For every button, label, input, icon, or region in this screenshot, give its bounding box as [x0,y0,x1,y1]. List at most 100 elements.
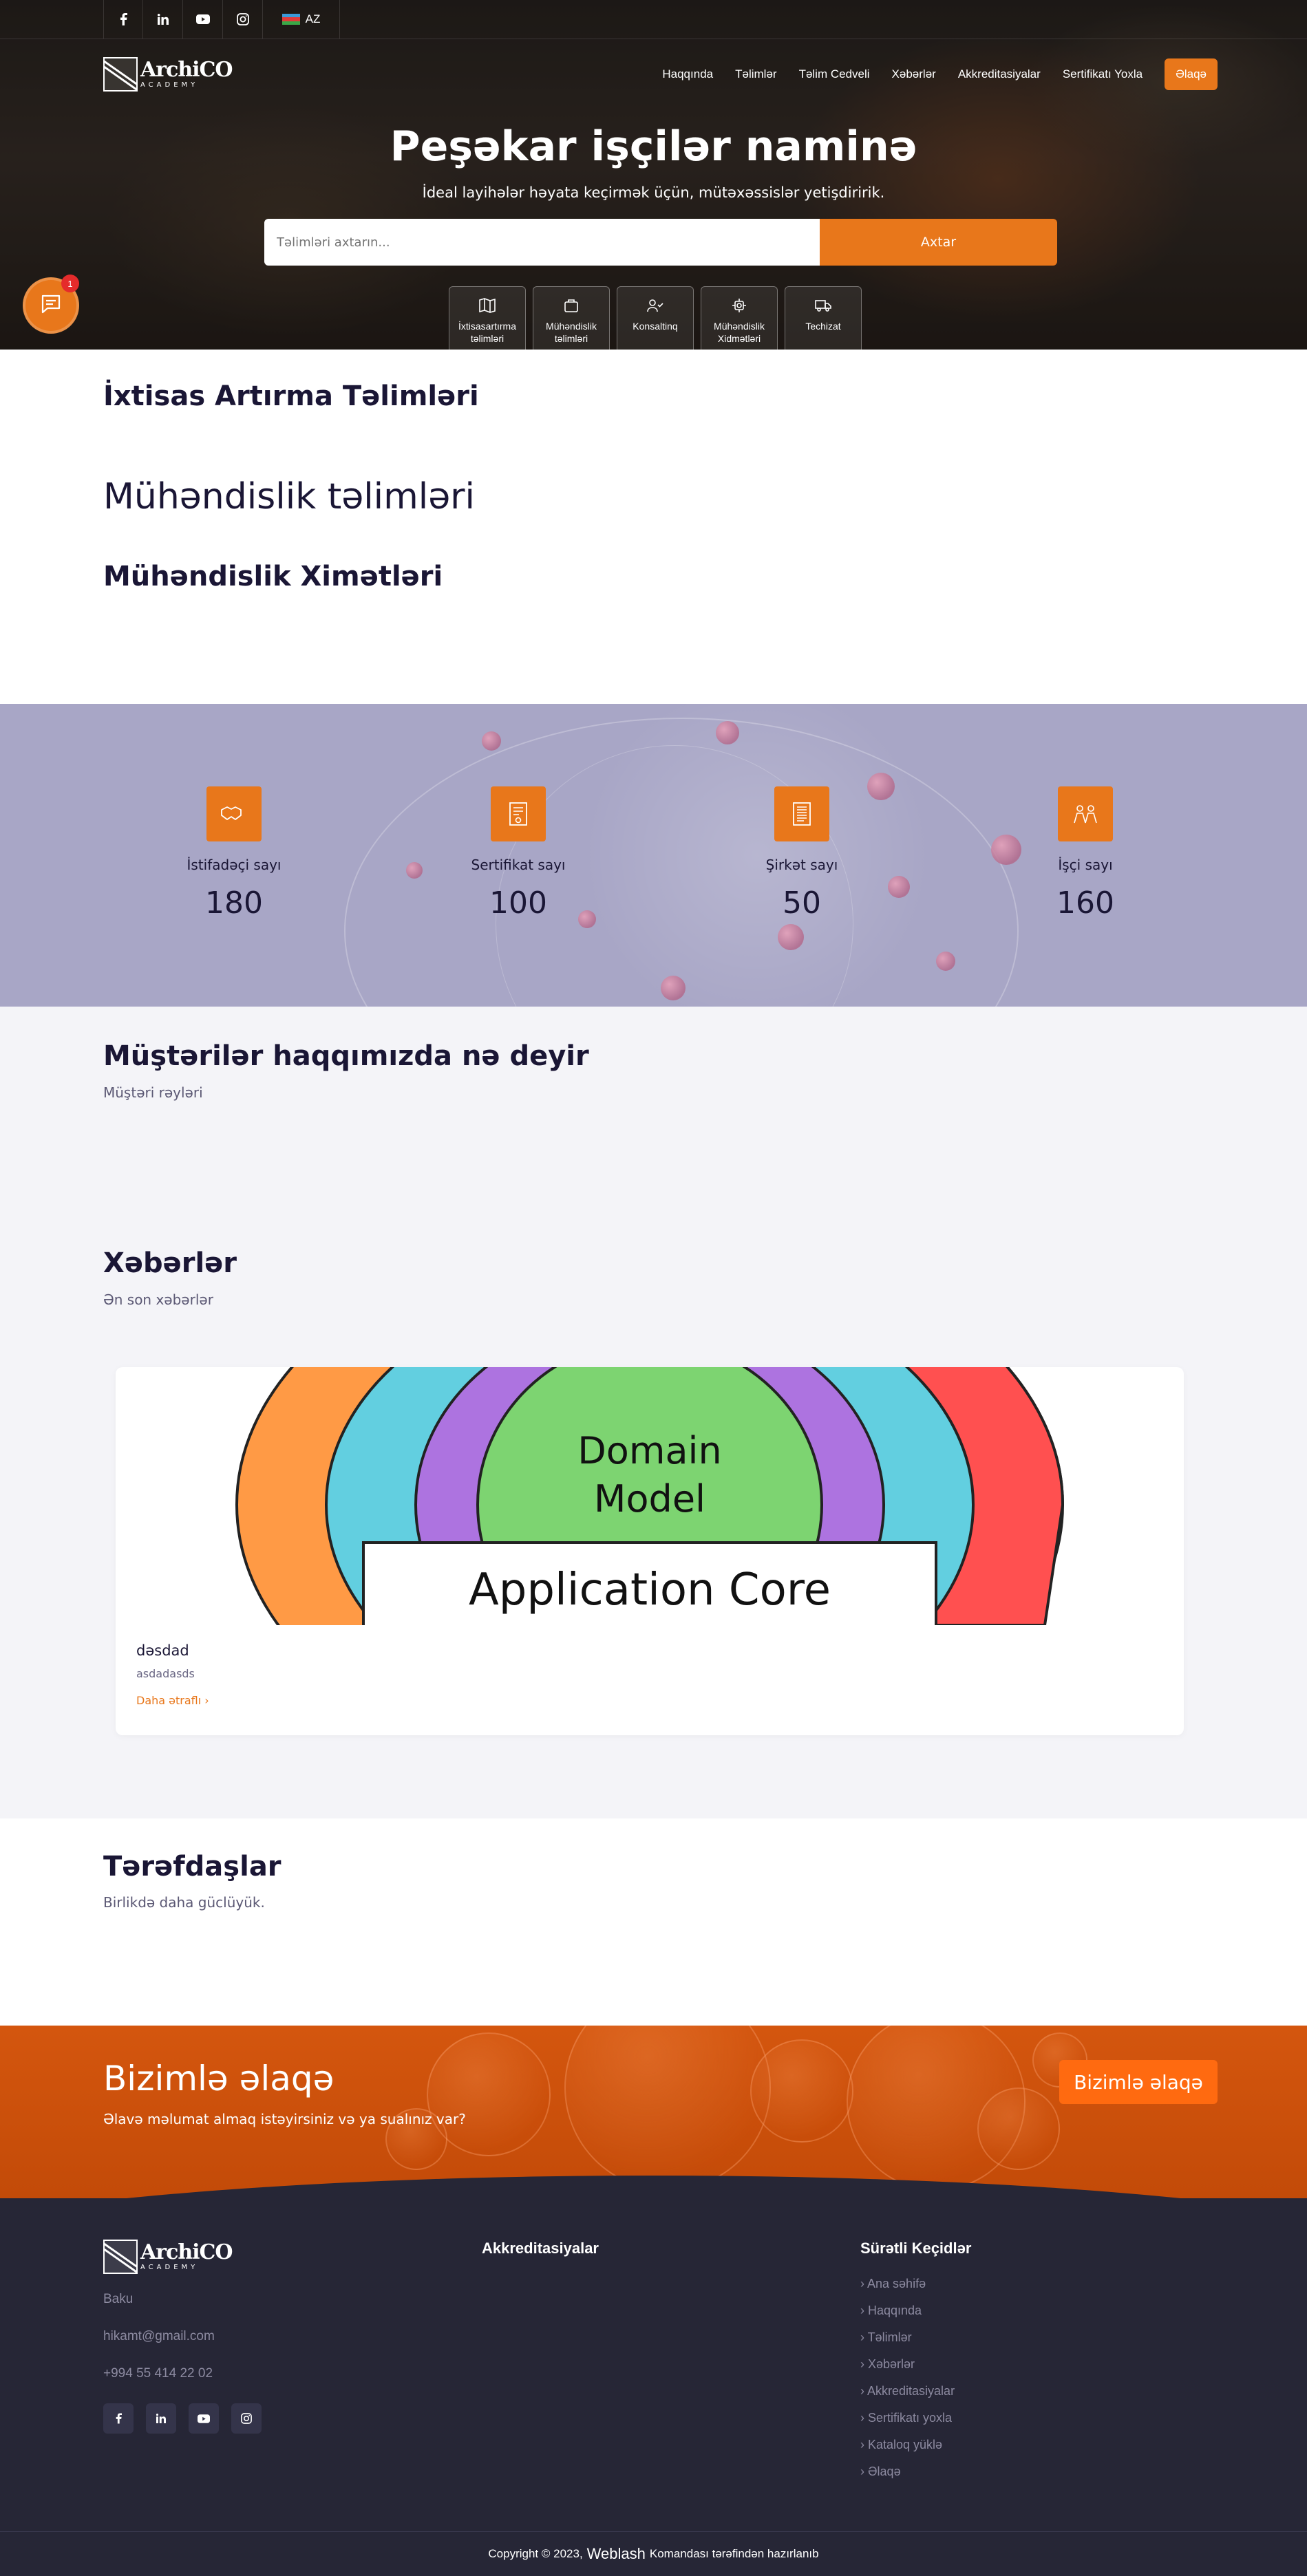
stat-label: Şirkət sayı [765,857,838,873]
footer-link[interactable]: › Xəbərlər [860,2357,971,2372]
contact-cta-subtitle: Əlavə məlumat almaq istəyirsiniz və ya s… [103,2111,466,2127]
map-icon [477,295,498,316]
footer-logo[interactable]: ArchiCO ACADEMY [103,2240,262,2274]
instagram-icon[interactable] [223,0,263,39]
facebook-icon[interactable] [103,0,143,39]
hero-subtitle: İdeal layihələr həyata keçirmək üçün, mü… [422,184,885,201]
search-bar: Axtar [264,219,1057,266]
section-title-upskilling: İxtisas Artırma Təlimləri [103,380,479,412]
stats-section: İstifadəçi sayı 180 Sertifikat sayı 100 … [0,704,1307,1007]
molecule-decoration [936,952,955,971]
footer-link[interactable]: › Ana səhifə [860,2277,971,2291]
footer-link[interactable]: › Sertifikatı yoxla [860,2411,971,2425]
read-more-label: Daha ətraflı [136,1694,202,1707]
search-button[interactable]: Axtar [820,219,1057,266]
testimonials-title: Müştərilər haqqımızda nə deyir [103,1040,589,1072]
copyright-brand-link[interactable]: Weblash [587,2545,646,2563]
search-input[interactable] [264,219,820,266]
nav-contact-button[interactable]: Əlaqə [1165,58,1218,90]
category-consulting[interactable]: Konsaltinq [617,286,694,350]
footer-link[interactable]: › Haqqında [860,2304,971,2318]
gear-icon [729,295,750,316]
copyright-suffix: Komandası tərəfindən hazırlanıb [649,2547,819,2560]
wave-divider [0,2176,1307,2206]
language-selector[interactable]: AZ [263,0,340,39]
facebook-icon[interactable] [103,2403,134,2434]
logo-name: ArchiCO [140,58,233,82]
category-equipment[interactable]: Techizat [785,286,862,350]
language-label: AZ [305,12,321,25]
nav-check-certificate[interactable]: Sertifikatı Yoxla [1063,67,1143,81]
nav-news[interactable]: Xəbərlər [892,67,936,81]
category-engineering-services[interactable]: Mühəndislik Xidmətləri [701,286,778,350]
molecule-decoration [406,862,423,879]
truck-icon [813,295,833,316]
instagram-icon[interactable] [231,2403,262,2434]
molecule-decoration [661,976,686,1000]
chat-icon [41,294,61,317]
chat-button[interactable]: 1 [23,275,79,334]
briefcase-icon [561,295,582,316]
category-upskilling[interactable]: İxtisasartırma təlimləri [449,286,526,350]
team-icon [1058,786,1113,841]
news-image[interactable]: Domain Model Application Core [226,1367,1074,1625]
youtube-icon[interactable] [189,2403,219,2434]
linkedin-icon[interactable] [143,0,183,39]
section-title-engineering-services: Mühəndislik Ximətləri [103,561,443,592]
user-check-icon [645,295,666,316]
logo-sub: ACADEMY [140,2264,199,2271]
footer-link[interactable]: › Əlaqə [860,2465,971,2479]
footer-social [103,2403,262,2434]
news-card-title[interactable]: dəsdad [136,1642,209,1659]
news-card[interactable]: Domain Model Application Core dəsdad asda… [116,1367,1184,1735]
logo-mark-icon [103,2240,138,2274]
topbar: AZ [103,0,340,39]
partners-title: Tərəfdaşlar [103,1851,281,1882]
footer-accreditations-column: Akkreditasiyalar [482,2240,599,2277]
footer-link[interactable]: › Akkreditasiyalar [860,2384,971,2398]
nav-schedule[interactable]: Təlim Cedveli [799,67,870,81]
linkedin-icon[interactable] [146,2403,176,2434]
molecule-decoration [482,731,501,751]
stat-label: İşçi sayı [1058,857,1113,873]
nav-accreditations[interactable]: Akkreditasiyalar [958,67,1041,81]
nav-about[interactable]: Haqqında [662,67,713,81]
stat-certificates: Sertifikat sayı 100 [443,786,594,921]
stat-companies: Şirkət sayı 50 [726,786,878,921]
contact-cta-button[interactable]: Bizimlə əlaqə [1059,2060,1218,2104]
bubble-decoration [750,2039,853,2143]
read-more-link[interactable]: Daha ətraflı › [136,1694,209,1707]
molecule-decoration [716,721,739,744]
category-engineering-trainings[interactable]: Mühəndislik təlimləri [533,286,610,350]
section-title-engineering-trainings: Mühəndislik təlimləri [103,476,476,517]
footer: ArchiCO ACADEMY Baku hikamt@gmail.com +9… [0,2198,1307,2576]
news-subtitle: Ən son xəbərlər [103,1291,213,1308]
logo-sub: ACADEMY [140,81,199,89]
stat-value: 100 [489,886,547,921]
hero-title: Peşəkar işçilər naminə [390,122,917,171]
footer-quick-links-column: Sürətli Keçidlər › Ana səhifə › Haqqında… [860,2240,971,2491]
copyright-bar: Copyright © 2023, Weblash Komandası tərə… [0,2531,1307,2576]
certificate-icon [491,786,546,841]
footer-phone[interactable]: +994 55 414 22 02 [103,2366,262,2381]
stat-value: 180 [205,886,263,921]
footer-link[interactable]: › Təlimlər [860,2330,971,2345]
youtube-icon[interactable] [183,0,223,39]
contact-cta-title: Bizimlə əlaqə [103,2059,334,2099]
molecule-decoration [888,876,910,898]
hero-section: AZ ArchiCO ACADEMY Haqqında Təlimlər Təl… [0,0,1307,350]
news-title: Xəbərlər [103,1247,237,1279]
stat-users: İstifadəçi sayı 180 [158,786,310,921]
stat-workers: İşçi sayı 160 [1010,786,1161,921]
main-nav: Haqqında Təlimlər Təlim Cedveli Xəbərlər… [662,58,1218,90]
footer-link[interactable]: › Kataloq yüklə [860,2438,971,2452]
footer-email[interactable]: hikamt@gmail.com [103,2329,262,2344]
stat-label: İstifadəçi sayı [187,857,281,873]
footer-accreditations-title: Akkreditasiyalar [482,2240,599,2257]
partners-subtitle: Birlikdə daha güclüyük. [103,1894,265,1911]
logo[interactable]: ArchiCO ACADEMY [103,57,233,92]
category-list: İxtisasartırma təlimləri Mühəndislik təl… [449,286,862,350]
nav-trainings[interactable]: Təlimlər [735,67,776,81]
molecule-decoration [778,924,804,950]
handshake-icon [206,786,262,841]
